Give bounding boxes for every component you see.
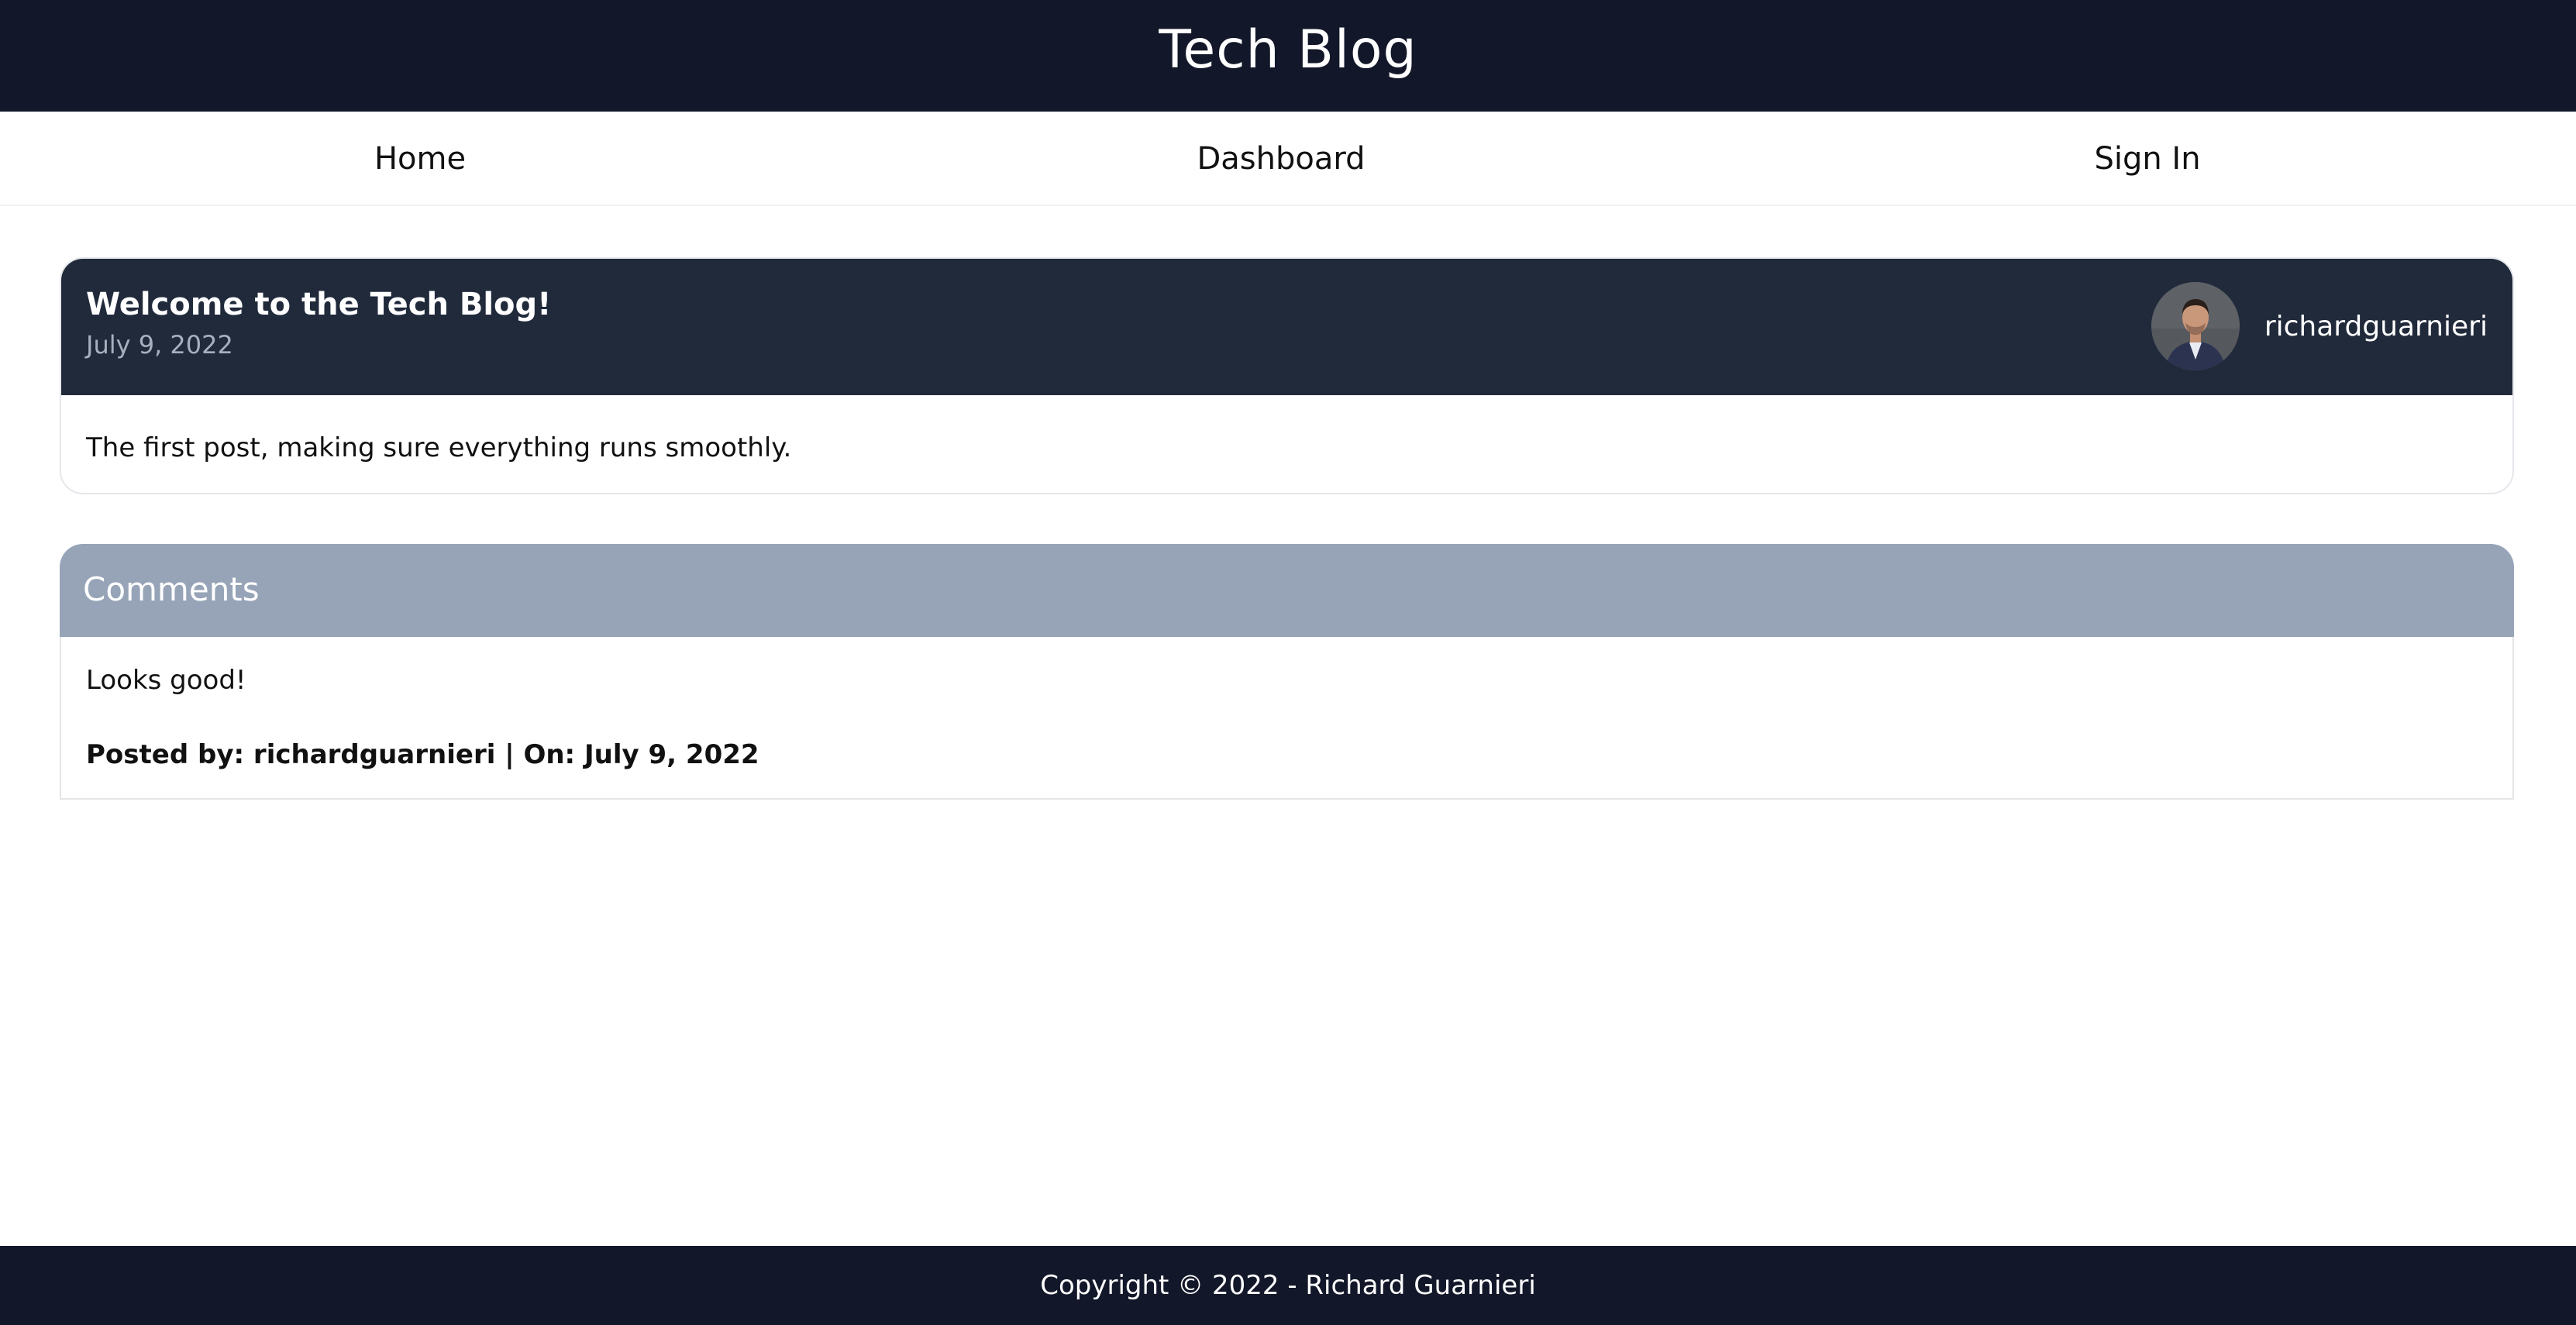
post-author: richardguarnieri (2151, 282, 2488, 370)
main-nav: Home Dashboard Sign In (0, 112, 2576, 206)
nav-home-link[interactable]: Home (374, 112, 466, 206)
comments-section: Comments Looks good! Posted by: richardg… (60, 544, 2514, 800)
post-body: The first post, making sure everything r… (86, 432, 792, 463)
footer-copyright: Copyright © 2022 - Richard Guarnieri (1040, 1270, 1536, 1301)
comments-header: Comments (60, 544, 2514, 637)
nav-sign-in-link[interactable]: Sign In (2094, 112, 2200, 206)
comment-text: Looks good! (86, 665, 246, 696)
site-title: Tech Blog (1159, 19, 1417, 81)
comment-meta: Posted by: richardguarnieri | On: July 9… (86, 739, 759, 770)
page: Tech Blog Home Dashboard Sign In Welcome… (0, 0, 2576, 1325)
post-card: Welcome to the Tech Blog! July 9, 2022 r… (60, 257, 2514, 494)
nav-dashboard-link[interactable]: Dashboard (1197, 112, 1365, 206)
post-header: Welcome to the Tech Blog! July 9, 2022 r… (61, 259, 2512, 395)
avatar (2151, 282, 2240, 370)
site-header: Tech Blog (0, 0, 2576, 112)
comment-item: Looks good! Posted by: richardguarnieri … (60, 637, 2514, 800)
post-date: July 9, 2022 (86, 330, 233, 360)
post-author-name[interactable]: richardguarnieri (2264, 311, 2488, 342)
comments-heading: Comments (83, 570, 260, 608)
avatar-photo-icon (2151, 282, 2240, 370)
site-footer: Copyright © 2022 - Richard Guarnieri (0, 1246, 2576, 1325)
post-title: Welcome to the Tech Blog! (86, 287, 552, 322)
